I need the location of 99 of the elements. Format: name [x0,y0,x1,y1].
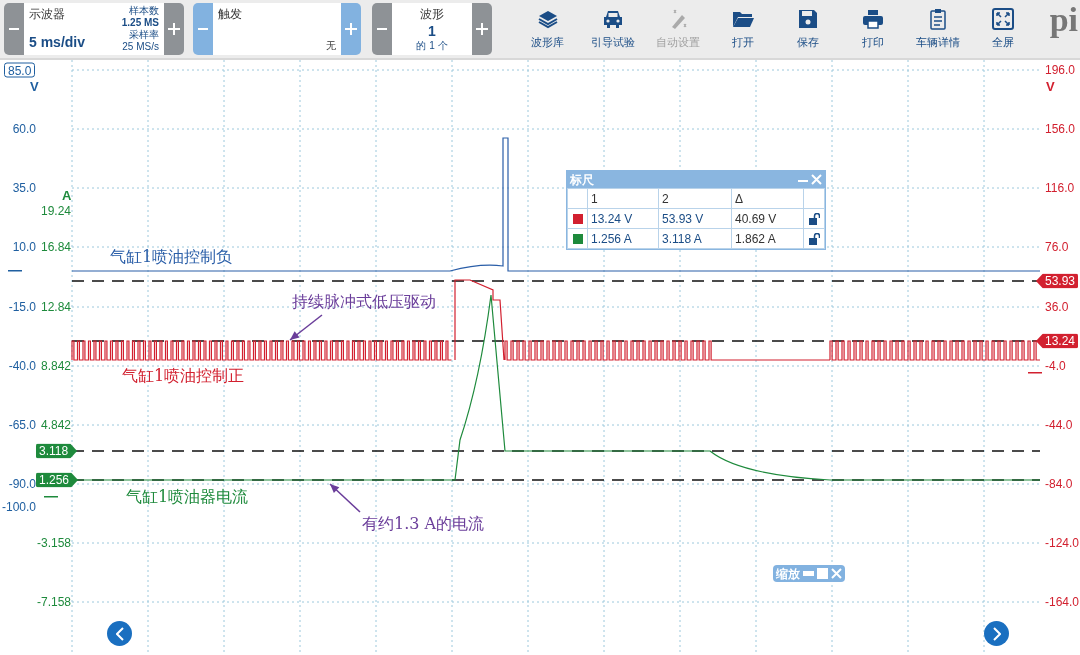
axis-label: 35.0 [12,181,36,195]
ruler-marker[interactable]: 1.256 [36,472,79,488]
waveform-count: 的 1 个 [416,39,448,53]
axis-label: -84.0 [1045,477,1073,491]
axis-label: -90.0 [8,477,36,491]
axis-unit: V [1046,80,1055,94]
unlocked-icon [808,233,820,246]
axis-label: -44.0 [1045,418,1073,432]
axis-label: -7.158 [36,595,71,609]
control-title: 波形 [420,6,444,23]
control-title: 触发 [218,6,242,23]
close-button[interactable] [831,568,842,579]
printer-icon [860,7,885,32]
increase-button[interactable] [164,3,184,55]
toolbar-button[interactable]: 打印 [840,3,905,55]
minimize-button[interactable] [803,568,814,579]
annotation-arrow [289,314,323,341]
lock-button[interactable] [808,233,820,246]
samples-label: 样本数 [129,5,159,17]
axis-label: -15.0 [8,300,36,314]
toolbar-button[interactable]: 打开 [710,3,775,55]
scroll-right-button[interactable] [984,621,1009,646]
toolbar-button[interactable]: 保存 [775,3,840,55]
decrease-button[interactable] [4,3,24,55]
axis-unit: A [62,189,72,203]
axis-label: 4.842 [40,418,71,432]
decrease-button[interactable] [193,3,213,55]
table-cell: 40.69 V [731,208,804,229]
ruler-marker[interactable]: 53.93 [1035,273,1078,289]
plus-icon [344,22,358,36]
axis-label: 76.0 [1045,240,1069,254]
close-button[interactable] [811,174,822,185]
axis-label: 19.24 [40,204,71,218]
axis-label: 36.0 [1045,300,1069,314]
annotation-text: 持续脉冲式低压驱动 [292,292,436,312]
rate-label: 采样率 [129,29,159,41]
offset-mark [1028,372,1042,374]
table-cell: 13.24 V [587,208,659,229]
control-title: 示波器 [29,6,66,23]
axis-label: -4.0 [1045,359,1066,373]
toolbar-button[interactable]: 引导试验 [580,3,645,55]
annotation-arrow [329,483,361,513]
trace-label: 气缸1喷油器电流 [126,487,249,507]
trace-label: 气缸1喷油控制负 [110,247,233,267]
close-icon [831,568,842,579]
decrease-button[interactable] [372,3,392,55]
trace-label: 气缸1喷油控制正 [122,366,245,386]
axis-label: 10.0 [12,240,36,254]
axis-label: -65.0 [8,418,36,432]
fullscreen-icon [990,7,1015,32]
toolbar-button[interactable]: 车辆详情 [905,3,970,55]
scroll-left-button[interactable] [107,621,132,646]
timebase-value: 5 ms/div [29,33,86,52]
offset-mark [8,270,22,272]
logo: pi [1049,0,1078,40]
minimize-icon [803,568,814,579]
offset-mark [44,496,58,498]
ruler-marker[interactable]: 3.118 [36,443,78,459]
table-cell: 53.93 V [658,208,732,229]
column-header: 2 [658,188,732,209]
toolbar-button[interactable]: 波形库 [515,3,580,55]
panel-title: 标尺 [570,172,594,187]
increase-button[interactable] [472,3,492,55]
axis-label: -164.0 [1045,595,1080,609]
chevron-right-icon [992,626,1001,641]
axis-label: -100.0 [1,500,36,514]
axis-label: 156.0 [1045,122,1076,136]
axis-label: 8.842 [40,359,71,373]
square-icon [817,568,828,579]
column-header: 1 [587,188,659,209]
axis-label: 12.84 [40,300,71,314]
panel-title: 缩放 [776,566,800,581]
axis-label: 116.0 [1045,181,1075,195]
axis-label: 60.0 [12,122,36,136]
annotation-text: 有约1.3 A的电流 [362,514,485,534]
axis-label: 16.84 [40,240,71,254]
axis-label: -124.0 [1045,536,1080,550]
plus-icon [475,22,489,36]
axis-max-badge[interactable]: 85.0 [4,62,36,78]
increase-button[interactable] [341,3,361,55]
samples-value: 1.25 MS [121,17,159,29]
axis-unit: V [30,80,39,94]
axis-label: -40.0 [8,359,36,373]
plus-icon [167,22,181,36]
column-header: Δ [731,188,804,209]
trigger-mode: 无 [326,39,336,53]
table-cell: 1.862 A [731,228,804,249]
table-cell: 1.256 A [587,228,659,249]
close-icon [811,174,822,185]
table-cell: 3.118 A [658,228,732,249]
waveform-number: 1 [428,23,436,38]
axis-label: -3.158 [36,536,71,550]
chevron-left-icon [115,626,124,641]
ruler-marker[interactable]: 13.24 [1035,333,1078,349]
axis-label: 196.0 [1045,63,1076,77]
rate-value: 25 MS/s [122,41,159,53]
unlocked-icon [808,213,820,226]
lock-button[interactable] [808,213,820,226]
toolbar-button[interactable]: 全屏 [970,3,1035,55]
